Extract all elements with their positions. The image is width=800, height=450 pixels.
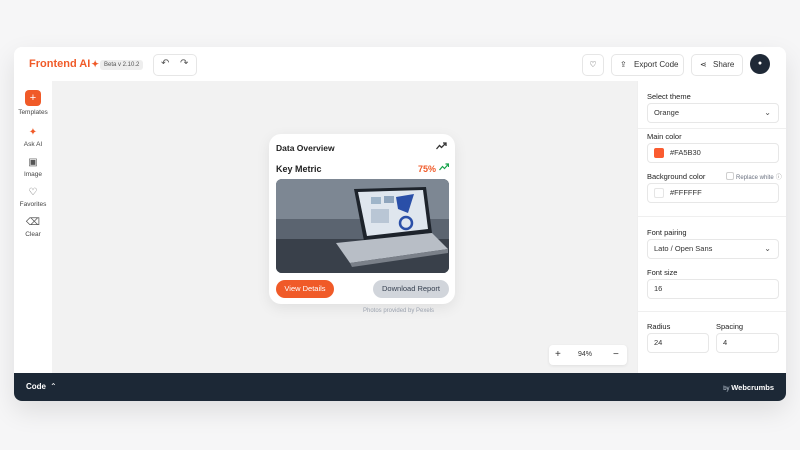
- top-bar: Frontend AI✦ Beta v 2.10.2 ↶ ↷ ♡ ⇪ Expor…: [14, 47, 786, 82]
- sidebar-item-label: Templates: [18, 109, 48, 116]
- chevron-down-icon: ⌄: [764, 108, 771, 117]
- zoom-level: 94%: [578, 351, 593, 358]
- sparkle-icon: ✦: [28, 127, 38, 138]
- app-logo: Frontend AI✦: [29, 58, 99, 70]
- trash-icon: ⌫: [25, 217, 41, 228]
- sidebar-item-ask-ai[interactable]: ✦ Ask AI: [14, 127, 52, 148]
- spacing-label: Spacing: [716, 322, 744, 331]
- sidebar-item-image[interactable]: ▣ Image: [14, 157, 52, 178]
- zoom-in-button[interactable]: +: [555, 345, 561, 365]
- code-label: Code: [26, 382, 46, 391]
- heart-icon: ♡: [589, 60, 597, 69]
- sidebar-item-label: Clear: [25, 231, 41, 238]
- divider: [638, 311, 786, 312]
- replace-white-toggle[interactable]: Replace white ⓘ: [726, 172, 782, 181]
- code-bar[interactable]: Code ⌃ by Webcrumbs: [14, 373, 786, 401]
- divider: [638, 128, 786, 129]
- sparkle-icon: ✦: [91, 59, 99, 69]
- background-color-field[interactable]: #FFFFFF: [647, 183, 779, 203]
- heart-icon: ♡: [28, 187, 38, 198]
- font-pairing-label: Font pairing: [647, 228, 687, 237]
- app-window: Frontend AI✦ Beta v 2.10.2 ↶ ↷ ♡ ⇪ Expor…: [14, 47, 786, 401]
- brand-by: by: [723, 386, 730, 392]
- font-size-label: Font size: [647, 268, 678, 277]
- code-toggle[interactable]: Code ⌃: [26, 382, 57, 391]
- user-icon: ●: [757, 60, 763, 67]
- sidebar-item-templates[interactable]: + Templates: [14, 90, 52, 116]
- theme-select[interactable]: Orange ⌄: [647, 103, 779, 123]
- background-color-value: #FFFFFF: [670, 188, 702, 197]
- data-overview-card: Data Overview Key Metric 75% View Detail…: [269, 134, 455, 304]
- metric-value: 75%: [418, 164, 437, 174]
- sidebar-item-clear[interactable]: ⌫ Clear: [14, 217, 52, 238]
- theme-settings-panel: Select theme Orange ⌄ Main color #FA5B30…: [637, 81, 786, 373]
- preview-canvas: Data Overview Key Metric 75% View Detail…: [52, 81, 637, 373]
- trend-up-icon: [439, 163, 450, 173]
- share-icon: ⋖: [700, 60, 707, 69]
- background-color-swatch[interactable]: [654, 188, 664, 198]
- font-size-value: 16: [654, 284, 663, 293]
- laptop-photo: [276, 179, 449, 273]
- sidebar-item-favorites[interactable]: ♡ Favorites: [14, 187, 52, 208]
- main-color-value: #FA5B30: [670, 148, 701, 157]
- favorite-button[interactable]: ♡: [582, 54, 604, 76]
- radius-input[interactable]: 24: [647, 333, 709, 353]
- theme-value: Orange: [654, 108, 680, 117]
- upload-icon: ⇪: [620, 60, 627, 69]
- image-icon: ▣: [28, 157, 38, 168]
- spacing-value: 4: [723, 338, 728, 347]
- version-badge: Beta v 2.10.2: [100, 60, 144, 70]
- plus-icon: +: [25, 90, 41, 106]
- replace-white-label: Replace white: [736, 175, 774, 181]
- main-color-field[interactable]: #FA5B30: [647, 143, 779, 163]
- download-report-button[interactable]: Download Report: [373, 280, 449, 298]
- chevron-up-icon: ⌃: [50, 382, 57, 391]
- font-pairing-select[interactable]: Lato / Open Sans ⌄: [647, 239, 779, 259]
- sidebar-item-label: Ask AI: [23, 141, 43, 148]
- spacing-input[interactable]: 4: [716, 333, 779, 353]
- redo-icon[interactable]: ↷: [180, 58, 188, 69]
- photo-credit: Photos provided by Pexels: [363, 308, 435, 314]
- zoom-out-button[interactable]: −: [613, 345, 619, 365]
- background-color-label: Background color: [647, 172, 706, 181]
- radius-value: 24: [654, 338, 663, 347]
- metric-label: Key Metric: [276, 164, 322, 174]
- brand-credit[interactable]: by Webcrumbs: [723, 383, 774, 392]
- export-label: Export Code: [634, 60, 679, 69]
- card-title: Data Overview: [276, 143, 335, 153]
- export-code-button[interactable]: ⇪ Export Code: [611, 54, 684, 76]
- zoom-control: + 94% −: [549, 345, 627, 365]
- share-button[interactable]: ⋖ Share: [691, 54, 743, 76]
- share-label: Share: [713, 60, 735, 69]
- main-color-label: Main color: [647, 132, 682, 141]
- radius-label: Radius: [647, 322, 671, 331]
- main-color-swatch[interactable]: [654, 148, 664, 158]
- divider: [638, 216, 786, 217]
- checkbox-icon[interactable]: [726, 172, 734, 180]
- font-size-input[interactable]: 16: [647, 279, 779, 299]
- undo-icon[interactable]: ↶: [161, 58, 169, 69]
- left-sidebar: + Templates ✦ Ask AI ▣ Image ♡ Favorites…: [14, 81, 53, 373]
- chevron-down-icon: ⌄: [764, 244, 771, 253]
- trending-icon: [436, 142, 447, 153]
- logo-text: Frontend AI: [29, 58, 91, 70]
- sidebar-item-label: Image: [23, 171, 43, 178]
- brand-name: Webcrumbs: [731, 383, 774, 392]
- history-controls: ↶ ↷: [153, 54, 197, 76]
- font-pairing-value: Lato / Open Sans: [654, 244, 713, 253]
- info-icon: ⓘ: [775, 175, 782, 181]
- view-details-button[interactable]: View Details: [276, 280, 334, 298]
- theme-label: Select theme: [647, 92, 691, 101]
- sidebar-item-label: Favorites: [19, 201, 47, 208]
- avatar[interactable]: ●: [750, 54, 770, 74]
